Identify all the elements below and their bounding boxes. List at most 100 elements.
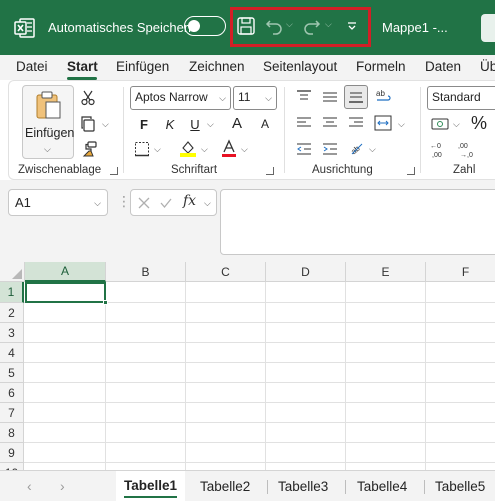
font-size-dropdown[interactable]: 11 ⌵ [233,86,277,110]
tab-daten[interactable]: Daten [425,59,461,74]
percent-button[interactable]: % [469,112,489,134]
insert-function-button[interactable]: fx [183,193,196,209]
align-center-icon[interactable] [322,116,338,130]
font-launcher-icon[interactable] [266,167,274,175]
copy-dropdown-icon[interactable]: ⌵ [102,119,109,130]
gridline [24,422,495,423]
separator [284,87,285,173]
align-bottom-button[interactable] [344,85,368,109]
increase-indent-icon[interactable] [322,142,338,156]
tab-ueberpruefen[interactable]: Üb [480,59,495,74]
align-middle-icon[interactable] [322,90,338,104]
decrease-indent-icon[interactable] [296,142,312,156]
wrap-text-icon[interactable]: ab [375,87,393,105]
tab-formeln[interactable]: Formeln [356,59,406,74]
enter-icon[interactable] [159,196,173,210]
column-header-c[interactable]: C [186,262,266,282]
select-all-corner[interactable] [0,262,25,282]
column-header-a[interactable]: A [25,262,106,282]
sheet-tab-2[interactable]: Tabelle2 [200,479,250,494]
row-header-4[interactable]: 4 [0,343,24,363]
sheet-tab-1[interactable]: Tabelle1 [116,471,186,502]
paste-icon [36,91,61,119]
autosave-toggle[interactable] [184,16,226,36]
font-color-icon[interactable] [221,139,237,157]
decrease-decimal-icon[interactable]: ,00 →,0 [458,140,478,158]
formula-input[interactable] [220,189,495,255]
font-name-dropdown[interactable]: Aptos Narrow ⌵ [130,86,231,110]
function-dropdown-icon[interactable]: ⌵ [204,198,211,209]
undo-icon[interactable] [265,17,283,35]
workbook-title: Mappe1 -... [382,20,448,35]
currency-dropdown-icon[interactable]: ⌵ [453,119,460,130]
column-header-b[interactable]: B [106,262,186,282]
row-header-7[interactable]: 7 [0,403,24,423]
align-right-icon[interactable] [348,116,364,130]
underline-button[interactable]: U [187,115,203,133]
borders-icon[interactable] [134,141,150,157]
copy-icon[interactable] [80,116,96,132]
currency-icon[interactable] [431,116,451,132]
paste-button[interactable]: Einfügen ⌵ [22,85,74,159]
sheet-tab-3[interactable]: Tabelle3 [278,479,328,494]
clipboard-launcher-icon[interactable] [110,167,118,175]
redo-dropdown-icon[interactable]: ⌵ [325,19,332,30]
tab-datei[interactable]: Datei [16,59,48,74]
borders-dropdown-icon[interactable]: ⌵ [154,144,161,155]
svg-text:,00: ,00 [432,152,442,158]
increase-decimal-icon[interactable]: ←0 ,00 [430,140,450,158]
decrease-font-button[interactable]: A [257,115,273,133]
column-header-e[interactable]: E [346,262,426,282]
undo-dropdown-icon[interactable]: ⌵ [286,19,293,30]
cancel-icon[interactable] [137,196,151,210]
orientation-icon[interactable]: ab [349,140,365,156]
sheet-tab-5[interactable]: Tabelle5 [435,479,485,494]
svg-text:←0: ←0 [430,143,441,150]
tab-zeichnen[interactable]: Zeichnen [189,59,245,74]
underline-dropdown-icon[interactable]: ⌵ [207,119,214,130]
fill-color-icon[interactable] [179,139,197,157]
fill-color-dropdown-icon[interactable]: ⌵ [201,144,208,155]
merge-dropdown-icon[interactable]: ⌵ [398,119,405,130]
align-left-icon[interactable] [296,116,312,130]
save-icon[interactable] [236,16,256,36]
scroll-left-icon[interactable]: ‹ [27,478,32,494]
merge-center-icon[interactable] [374,115,392,131]
row-header-6[interactable]: 6 [0,383,24,403]
row-header-3[interactable]: 3 [0,323,24,343]
row-header-10[interactable]: 10 [0,463,24,470]
align-top-icon[interactable] [296,90,312,104]
font-group-label: Schriftart [171,164,218,176]
orientation-dropdown-icon[interactable]: ⌵ [369,144,376,155]
row-header-2[interactable]: 2 [0,303,24,323]
row-header-9[interactable]: 9 [0,443,24,463]
row-header-1[interactable]: 1 [0,282,24,303]
gridline [24,342,495,343]
paste-label: Einfügen [25,126,75,140]
search-box[interactable] [481,14,495,42]
alignment-launcher-icon[interactable] [407,167,415,175]
customize-toolbar-icon[interactable] [346,20,358,32]
row-header-8[interactable]: 8 [0,423,24,443]
row-header-5[interactable]: 5 [0,363,24,383]
column-header-d[interactable]: D [266,262,346,282]
name-box[interactable]: A1 ⌵ [8,189,108,216]
bold-button[interactable]: F [136,115,152,133]
italic-button[interactable]: K [162,115,178,133]
active-cell-a1[interactable] [25,282,108,305]
fill-handle[interactable] [103,300,108,305]
tab-start[interactable]: Start [67,59,98,74]
increase-font-button[interactable]: A [229,113,245,133]
tab-einfuegen[interactable]: Einfügen [116,59,169,74]
sheet-tab-4[interactable]: Tabelle4 [357,479,407,494]
redo-icon[interactable] [303,17,321,35]
column-header-f[interactable]: F [426,262,495,282]
number-format-dropdown[interactable]: Standard [427,86,495,110]
scroll-right-icon[interactable]: › [60,478,65,494]
font-color-dropdown-icon[interactable]: ⌵ [241,144,248,155]
tab-seitenlayout[interactable]: Seitenlayout [263,59,337,74]
format-painter-icon[interactable] [81,141,97,157]
gridline [24,382,495,383]
cut-icon[interactable] [81,90,95,106]
gridline [24,442,495,443]
